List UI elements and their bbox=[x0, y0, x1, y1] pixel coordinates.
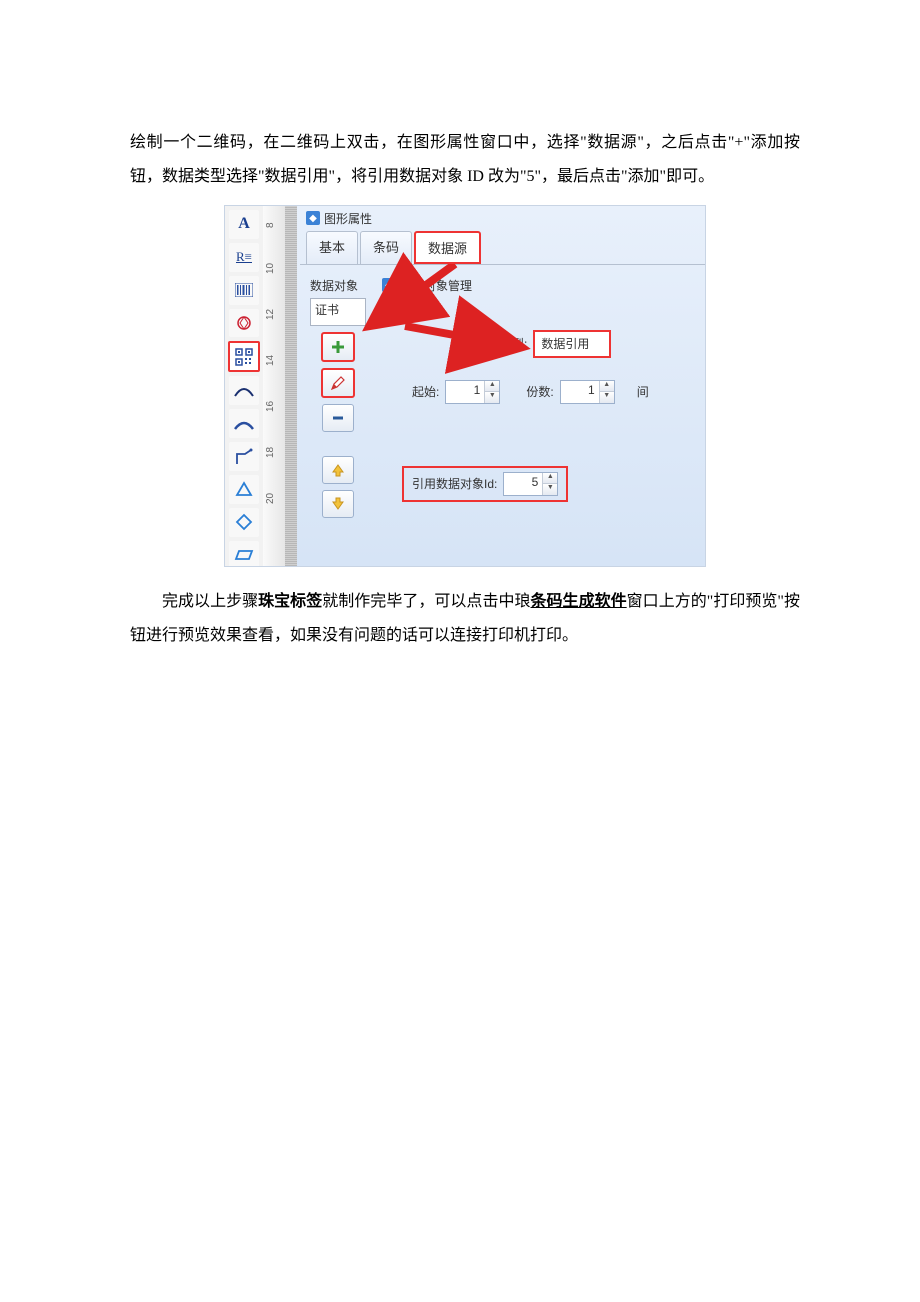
ruler-gutter bbox=[285, 206, 297, 566]
type-select[interactable]: 数据引用 bbox=[533, 330, 611, 358]
tab-barcode[interactable]: 条码 bbox=[360, 231, 412, 264]
panel-titlebar: ◆ 图形属性 bbox=[300, 206, 705, 231]
ref-id-spinner[interactable]: 5 ▲▼ bbox=[503, 472, 558, 496]
copies-label: 份数: bbox=[526, 383, 553, 400]
add-button[interactable] bbox=[321, 332, 355, 362]
start-label: 起始: bbox=[412, 383, 439, 400]
left-toolbar: A R≡ bbox=[225, 206, 264, 567]
paragraph-1: 绘制一个二维码，在二维码上双击，在图形属性窗口中，选择"数据源"，之后点击"+"… bbox=[130, 126, 800, 195]
copies-spinner[interactable]: 1 ▲▼ bbox=[560, 380, 615, 404]
tab-strip: 基本 条码 数据源 bbox=[300, 231, 705, 265]
qrcode-tool-icon[interactable] bbox=[228, 341, 260, 372]
richtext-tool-icon[interactable]: R≡ bbox=[229, 243, 259, 272]
polyline-tool-icon[interactable] bbox=[229, 442, 259, 471]
panel-icon: ◆ bbox=[306, 211, 320, 225]
mgmt-icon: ◆ bbox=[382, 278, 396, 292]
start-spinner[interactable]: 1 ▲▼ bbox=[445, 380, 500, 404]
paragraph-2: 完成以上步骤珠宝标签就制作完毕了，可以点击中琅条码生成软件窗口上方的"打印预览"… bbox=[130, 585, 800, 654]
line-tool-icon[interactable] bbox=[229, 376, 259, 405]
mgmt-subtitle: ◆ 数据对象管理 bbox=[382, 277, 697, 294]
data-object-mgmt: ◆ 数据对象管理 数据对象类型: 数据引用 起始: 1 ▲▼ bbox=[378, 277, 697, 524]
parallelogram-tool-icon[interactable] bbox=[229, 541, 259, 567]
tab-datasource[interactable]: 数据源 bbox=[414, 231, 481, 264]
trailing-text: 间 bbox=[637, 383, 649, 400]
data-object-label: 数据对象 bbox=[308, 277, 358, 294]
data-object-list-item[interactable]: 证书 bbox=[310, 298, 366, 326]
app-screenshot: A R≡ bbox=[224, 205, 706, 567]
type-label: 数据对象类型: bbox=[452, 335, 527, 352]
vertical-ruler: 8 10 12 14 16 18 20 bbox=[263, 206, 286, 566]
document-page: 绘制一个二维码，在二维码上双击，在图形属性窗口中，选择"数据源"，之后点击"+"… bbox=[0, 0, 920, 1302]
text-tool-icon[interactable]: A bbox=[229, 210, 259, 239]
properties-panel: ◆ 图形属性 基本 条码 数据源 数据对象 证书 bbox=[300, 206, 705, 566]
panel-body: 数据对象 证书 bbox=[300, 265, 705, 536]
panel-title-text: 图形属性 bbox=[324, 210, 372, 227]
barcode-tool-icon[interactable] bbox=[229, 276, 259, 305]
tab-basic[interactable]: 基本 bbox=[306, 231, 358, 264]
ref-id-label: 引用数据对象Id: bbox=[412, 475, 497, 492]
data-object-column: 数据对象 证书 bbox=[308, 277, 368, 524]
move-down-button[interactable] bbox=[322, 490, 354, 518]
vector-tool-icon[interactable] bbox=[229, 309, 259, 338]
arc-tool-icon[interactable] bbox=[229, 409, 259, 438]
triangle-tool-icon[interactable] bbox=[229, 475, 259, 504]
move-up-button[interactable] bbox=[322, 456, 354, 484]
remove-button[interactable] bbox=[322, 404, 354, 432]
edit-button[interactable] bbox=[321, 368, 355, 398]
diamond-tool-icon[interactable] bbox=[229, 508, 259, 537]
